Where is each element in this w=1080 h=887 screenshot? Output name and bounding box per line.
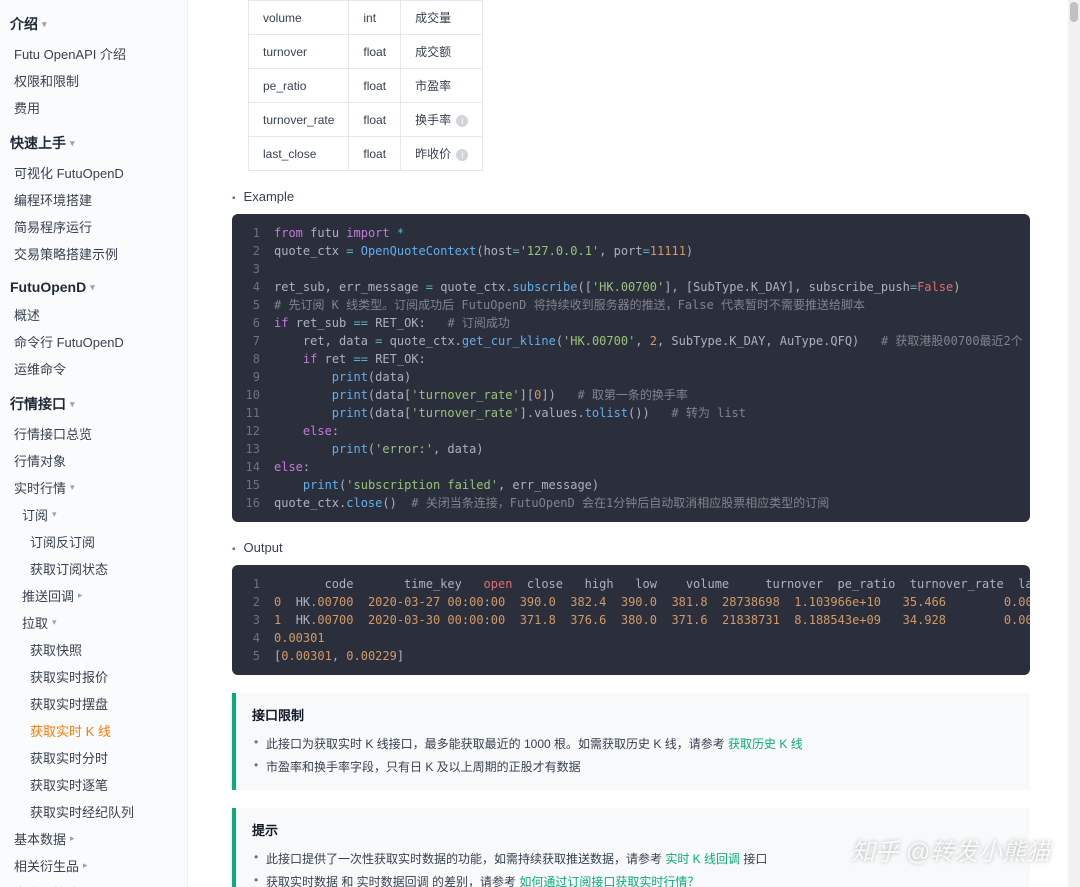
callout-limit-item-2: 市盈率和换手率字段，只有日 K 及以上周期的正股才有数据 <box>252 755 1014 778</box>
nav-item-overview[interactable]: 概述 <box>0 301 187 328</box>
nav-group-quote-api[interactable]: 行情接口▾ <box>0 388 187 420</box>
chevron-down-icon: ▾ <box>42 19 47 30</box>
field-desc: 成交额 <box>401 35 483 69</box>
field-type: float <box>349 69 401 103</box>
callout-tip-title: 提示 <box>252 820 1014 839</box>
callout-tip-item-2: 获取实时数据 和 实时数据回调 的差别，请参考 如何通过订阅接口获取实时行情？ <box>252 870 1014 887</box>
chevron-right-icon: ▸ <box>78 590 83 601</box>
table-row: last_closefloat昨收价 i <box>249 137 483 171</box>
nav-item-api-intro[interactable]: Futu OpenAPI 介绍 <box>0 40 187 67</box>
nav-item-subscribe[interactable]: 订阅▾ <box>0 501 187 528</box>
sidebar-nav: 介绍▾ Futu OpenAPI 介绍 权限和限制 费用 快速上手▾ 可视化 F… <box>0 0 188 887</box>
nav-item-rt-orderbook[interactable]: 获取实时摆盘 <box>0 690 187 717</box>
nav-item-cli-opend[interactable]: 命令行 FutuOpenD <box>0 328 187 355</box>
callout-limit-title: 接口限制 <box>252 705 1014 724</box>
info-icon[interactable]: i <box>456 115 468 127</box>
nav-item-fee[interactable]: 费用 <box>0 94 187 121</box>
nav-group-futuopend[interactable]: FutuOpenD▾ <box>0 273 187 301</box>
field-type: float <box>349 103 401 137</box>
code-output: 1 code time_key open close high low volu… <box>232 565 1030 675</box>
table-row: turnoverfloat成交额 <box>249 35 483 69</box>
chevron-right-icon: ▸ <box>70 833 75 844</box>
link-rt-kline-callback[interactable]: 实时 K 线回调 <box>665 852 740 866</box>
nav-item-permission[interactable]: 权限和限制 <box>0 67 187 94</box>
chevron-right-icon: ▸ <box>83 860 88 871</box>
table-row: volumeint成交量 <box>249 1 483 35</box>
nav-item-simple-run[interactable]: 简易程序运行 <box>0 213 187 240</box>
field-name: volume <box>249 1 349 35</box>
output-label: Output <box>232 540 1030 555</box>
info-icon[interactable]: i <box>456 149 468 161</box>
nav-item-visual-opend[interactable]: 可视化 FutuOpenD <box>0 159 187 186</box>
nav-group-intro[interactable]: 介绍▾ <box>0 8 187 40</box>
field-name: turnover_rate <box>249 103 349 137</box>
nav-item-rt-tick[interactable]: 获取实时逐笔 <box>0 771 187 798</box>
nav-item-rt-timeshare[interactable]: 获取实时分时 <box>0 744 187 771</box>
nav-item-snapshot[interactable]: 获取快照 <box>0 636 187 663</box>
nav-item-quote-overview[interactable]: 行情接口总览 <box>0 420 187 447</box>
callout-tip-item-1: 此接口提供了一次性获取实时数据的功能，如需持续获取推送数据，请参考 实时 K 线… <box>252 847 1014 870</box>
chevron-down-icon: ▾ <box>70 399 75 410</box>
field-desc: 市盈率 <box>401 69 483 103</box>
chevron-down-icon: ▾ <box>52 617 57 628</box>
field-desc: 成交量 <box>401 1 483 35</box>
fields-table: volumeint成交量turnoverfloat成交额pe_ratiofloa… <box>248 0 483 171</box>
nav-group-quickstart[interactable]: 快速上手▾ <box>0 127 187 159</box>
nav-item-basic-data[interactable]: 基本数据▸ <box>0 825 187 852</box>
scrollbar-track[interactable] <box>1068 0 1080 887</box>
field-desc: 昨收价 i <box>401 137 483 171</box>
nav-item-rt-broker[interactable]: 获取实时经纪队列 <box>0 798 187 825</box>
link-history-kline[interactable]: 获取历史 K 线 <box>728 737 803 751</box>
chevron-down-icon: ▾ <box>70 138 75 149</box>
field-name: pe_ratio <box>249 69 349 103</box>
scrollbar-thumb[interactable] <box>1070 2 1078 22</box>
nav-item-ops-cmd[interactable]: 运维命令 <box>0 355 187 382</box>
field-type: int <box>349 1 401 35</box>
field-desc: 换手率 i <box>401 103 483 137</box>
main-content: volumeint成交量turnoverfloat成交额pe_ratiofloa… <box>188 0 1080 887</box>
nav-item-quote-object[interactable]: 行情对象 <box>0 447 187 474</box>
chevron-down-icon: ▾ <box>90 282 95 293</box>
callout-limit-item-1: 此接口为获取实时 K 线接口，最多能获取最近的 1000 根。如需获取历史 K … <box>252 732 1014 755</box>
chevron-down-icon: ▾ <box>70 482 75 493</box>
nav-item-rt-quote[interactable]: 获取实时报价 <box>0 663 187 690</box>
nav-item-derivatives[interactable]: 相关衍生品▸ <box>0 852 187 879</box>
nav-item-env-setup[interactable]: 编程环境搭建 <box>0 186 187 213</box>
field-type: float <box>349 35 401 69</box>
nav-item-market-filter[interactable]: 全市场筛选▸ <box>0 879 187 887</box>
nav-item-realtime-quote[interactable]: 实时行情▾ <box>0 474 187 501</box>
field-name: last_close <box>249 137 349 171</box>
callout-limit: 接口限制 此接口为获取实时 K 线接口，最多能获取最近的 1000 根。如需获取… <box>232 693 1030 790</box>
link-how-subscribe[interactable]: 如何通过订阅接口获取实时行情？ <box>519 875 699 887</box>
code-example: 1from futu import * 2quote_ctx = OpenQuo… <box>232 214 1030 522</box>
nav-item-push-callback[interactable]: 推送回调▸ <box>0 582 187 609</box>
nav-item-rt-kline[interactable]: 获取实时 K 线 <box>0 717 187 744</box>
field-name: turnover <box>249 35 349 69</box>
nav-item-strategy-example[interactable]: 交易策略搭建示例 <box>0 240 187 267</box>
chevron-down-icon: ▾ <box>52 509 57 520</box>
table-row: turnover_ratefloat换手率 i <box>249 103 483 137</box>
field-type: float <box>349 137 401 171</box>
table-row: pe_ratiofloat市盈率 <box>249 69 483 103</box>
nav-item-sub-unsub[interactable]: 订阅反订阅 <box>0 528 187 555</box>
example-label: Example <box>232 189 1030 204</box>
callout-tip: 提示 此接口提供了一次性获取实时数据的功能，如需持续获取推送数据，请参考 实时 … <box>232 808 1030 887</box>
nav-item-sub-status[interactable]: 获取订阅状态 <box>0 555 187 582</box>
nav-item-pull[interactable]: 拉取▾ <box>0 609 187 636</box>
